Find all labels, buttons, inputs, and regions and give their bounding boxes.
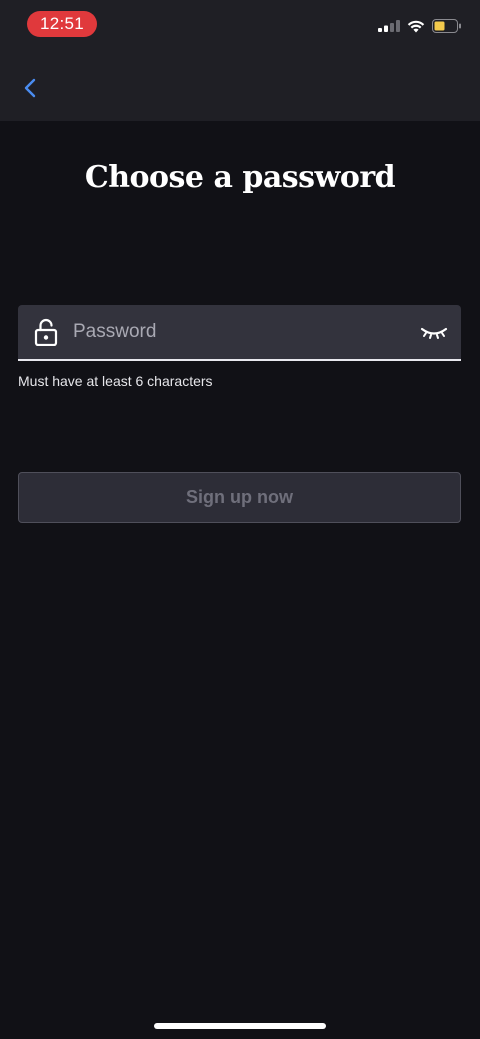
password-field[interactable] <box>18 305 461 361</box>
top-bar: 12:51 <box>0 0 480 121</box>
eye-closed-icon[interactable] <box>419 319 449 345</box>
cellular-signal-icon <box>378 20 400 32</box>
wifi-icon <box>407 20 425 32</box>
status-icons <box>378 16 462 36</box>
lock-icon <box>34 318 58 346</box>
password-hint: Must have at least 6 characters <box>18 373 213 389</box>
password-input[interactable] <box>73 305 393 359</box>
status-time: 12:51 <box>27 11 97 37</box>
back-button[interactable] <box>14 72 46 104</box>
chevron-left-icon <box>24 78 36 98</box>
signup-button[interactable]: Sign up now <box>18 472 461 523</box>
home-indicator <box>154 1023 326 1029</box>
page-title: Choose a password <box>84 160 396 195</box>
battery-icon <box>432 19 461 33</box>
